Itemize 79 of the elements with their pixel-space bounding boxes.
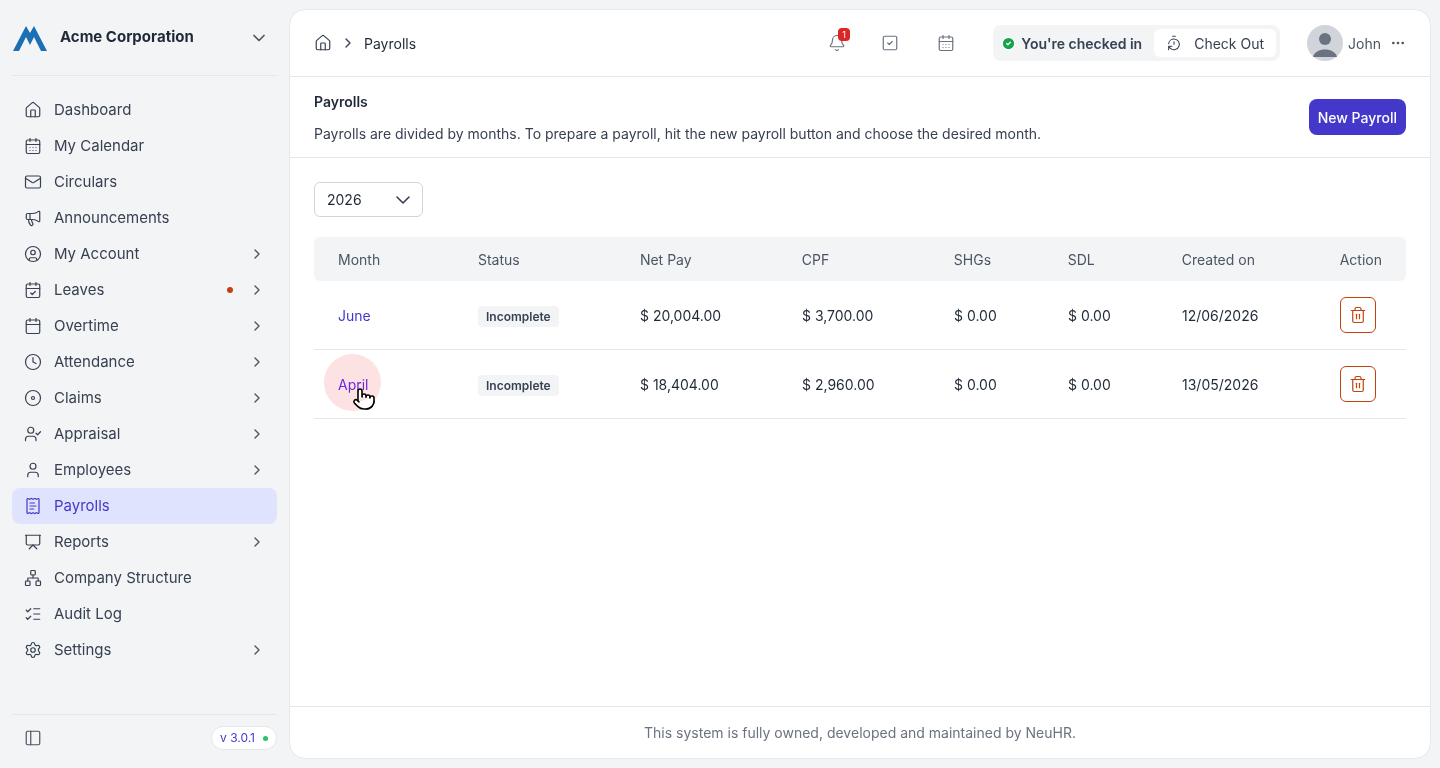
home-icon[interactable] (314, 34, 332, 52)
megaphone-icon (24, 209, 42, 227)
notification-count: 1 (838, 28, 850, 41)
sidebar-item[interactable]: Dashboard (12, 92, 277, 128)
clock-icon (24, 353, 42, 371)
column-header: Action (1339, 250, 1382, 268)
trash-icon (1349, 375, 1367, 393)
check-circle-icon (1001, 35, 1017, 51)
calendar-icon (24, 317, 42, 335)
table-cell: $ 3,700.00 (802, 306, 874, 324)
sidebar-item[interactable]: My Account (12, 236, 277, 272)
status-badge: Incomplete (478, 374, 559, 396)
trash-icon (1349, 306, 1367, 324)
month-link[interactable]: April (338, 375, 369, 393)
user-circle-icon (24, 245, 42, 263)
table-cell: $ 2,960.00 (802, 375, 875, 393)
table-cell: 12/06/2026 (1182, 306, 1259, 324)
notification-button[interactable]: 1 (825, 31, 850, 55)
calendar-icon (24, 137, 42, 155)
calendar-icon[interactable] (937, 34, 956, 52)
chevron-down-icon (396, 195, 410, 204)
page-title: Payrolls (314, 91, 369, 112)
column-header: CPF (801, 250, 830, 268)
column-header: Created on (1181, 250, 1255, 268)
receipt-icon (24, 497, 42, 515)
column-header: Net Pay (639, 250, 692, 268)
check-out-button[interactable]: Check Out (1154, 29, 1277, 57)
sidebar-item[interactable]: Leaves (12, 272, 277, 308)
status-badge: Incomplete (478, 305, 559, 327)
page-description: Payrolls are divided by months. To prepare a payroll, hit the new payroll button and choose the desired month. (314, 123, 1042, 144)
task-icon[interactable] (881, 34, 900, 52)
calendar-check-icon (24, 281, 42, 299)
sidebar-toggle-icon[interactable] (24, 729, 42, 747)
table-cell: $ 0.00 (1068, 306, 1111, 324)
house-icon (24, 101, 42, 119)
year-select[interactable]: 2026 (314, 182, 423, 217)
table-cell: $ 0.00 (954, 375, 997, 393)
column-header: SDL (1067, 250, 1095, 268)
footer-text: This system is fully owned, developed and maintained by NeuHR. (644, 723, 1076, 743)
mail-icon (24, 173, 42, 191)
new-payroll-button[interactable]: New Payroll (1308, 99, 1406, 135)
network-icon (24, 569, 42, 587)
disc-icon (24, 389, 42, 407)
user-check-icon (24, 425, 42, 443)
sidebar-item[interactable]: Circulars (12, 164, 277, 200)
column-header: SHGs (953, 250, 992, 268)
presentation-icon (24, 533, 42, 551)
table-cell: $ 18,404.00 (640, 375, 719, 393)
sidebar-item[interactable]: Announcements (12, 200, 277, 236)
sidebar-item[interactable]: Attendance (12, 344, 277, 380)
month-link[interactable]: June (338, 306, 371, 324)
breadcrumb-item[interactable]: Payrolls (364, 32, 417, 54)
sidebar-item[interactable]: Appraisal (12, 416, 277, 452)
check-status: You're checked in (1021, 33, 1143, 54)
table-cell: $ 0.00 (1068, 375, 1111, 393)
sidebar-item[interactable]: Claims (12, 380, 277, 416)
user-icon (24, 461, 42, 479)
sidebar-item[interactable]: Settings (12, 632, 277, 668)
delete-button[interactable] (1340, 297, 1376, 333)
delete-button[interactable] (1340, 366, 1376, 402)
sidebar-item[interactable]: Company Structure (12, 560, 277, 596)
column-header: Status (477, 250, 520, 268)
timer-icon (1166, 35, 1183, 51)
checklist-icon (24, 605, 42, 623)
version-badge: v 3.0.1 (211, 726, 277, 750)
avatar[interactable] (1307, 25, 1344, 61)
sidebar-item[interactable]: Employees (12, 452, 277, 488)
table-cell: 13/05/2026 (1182, 375, 1259, 393)
user-name[interactable]: John (1348, 32, 1381, 54)
settings-icon (24, 641, 42, 659)
sidebar-item[interactable]: Reports (12, 524, 277, 560)
sidebar-item[interactable]: Audit Log (12, 596, 277, 632)
company-name: Acme Corporation (60, 26, 194, 49)
sidebar-item[interactable]: Overtime (12, 308, 277, 344)
sidebar-item[interactable]: My Calendar (12, 128, 277, 164)
table-cell: $ 0.00 (954, 306, 997, 324)
table-cell: $ 20,004.00 (640, 306, 722, 324)
sidebar-item[interactable]: Payrolls (12, 488, 277, 524)
column-header: Month (338, 250, 381, 268)
